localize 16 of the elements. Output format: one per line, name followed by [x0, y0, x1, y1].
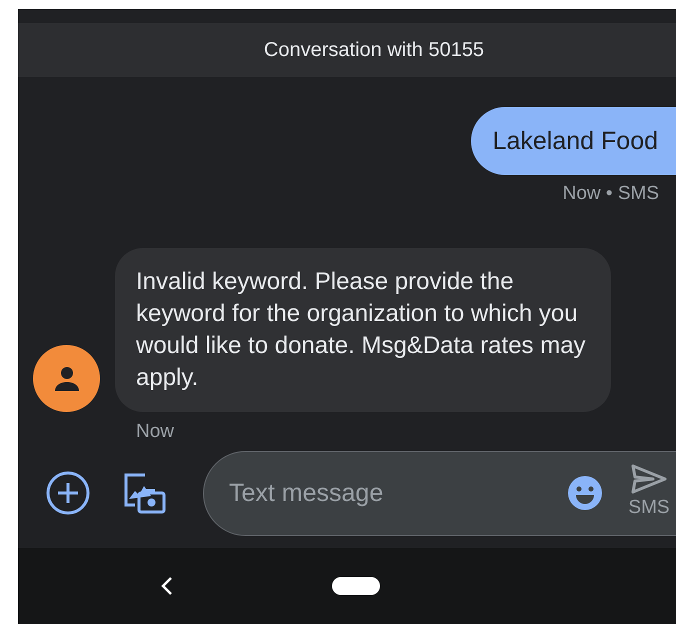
gallery-button[interactable] — [123, 471, 167, 516]
sent-message-bubble: Lakeland Food — [470, 106, 676, 175]
message-input[interactable]: Text message — [229, 474, 551, 512]
back-icon[interactable] — [160, 576, 174, 596]
message-timestamp: Now • SMS — [562, 182, 659, 206]
home-button[interactable] — [332, 576, 380, 595]
message-input-field[interactable]: Text message SMS — [203, 450, 676, 536]
message-timestamp: Now — [136, 420, 176, 444]
add-button[interactable] — [45, 470, 91, 516]
conversation-title: Conversation with 50155 — [264, 38, 484, 63]
add-icon — [45, 470, 91, 516]
emoji-icon[interactable] — [567, 475, 603, 512]
send-icon — [631, 464, 667, 494]
received-message-bubble: Invalid keyword. Please provide the keyword for the organization to which you would like to donate. Msg&Data rates may apply. — [115, 248, 611, 412]
send-button[interactable]: SMS — [619, 464, 676, 523]
photo-camera-icon — [123, 471, 167, 516]
